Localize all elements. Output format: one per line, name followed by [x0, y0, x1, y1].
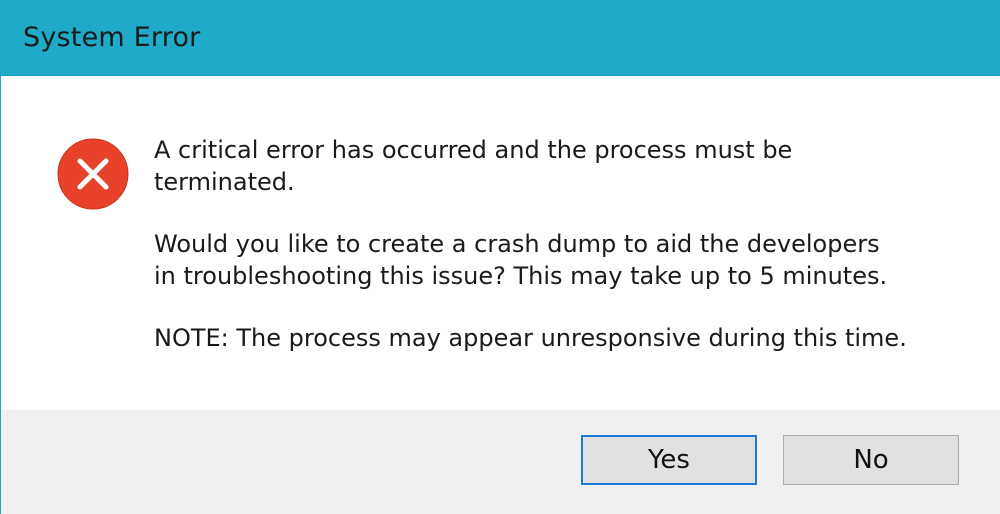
crash-dump-question: Would you like to create a crash dump to… [154, 230, 888, 290]
system-error-dialog: System Error A critical error has occurr… [0, 0, 1000, 514]
yes-button[interactable]: Yes [581, 435, 757, 485]
error-icon [57, 138, 129, 210]
dialog-content: A critical error has occurred and the pr… [1, 76, 1000, 410]
title-bar[interactable]: System Error [1, 0, 1000, 76]
message-area: A critical error has occurred and the pr… [154, 134, 954, 384]
error-message: A critical error has occurred and the pr… [154, 136, 793, 196]
window-title: System Error [23, 22, 201, 53]
button-bar: Yes No [1, 410, 1000, 514]
note-message: NOTE: The process may appear unresponsiv… [154, 324, 907, 352]
no-button[interactable]: No [783, 435, 959, 485]
